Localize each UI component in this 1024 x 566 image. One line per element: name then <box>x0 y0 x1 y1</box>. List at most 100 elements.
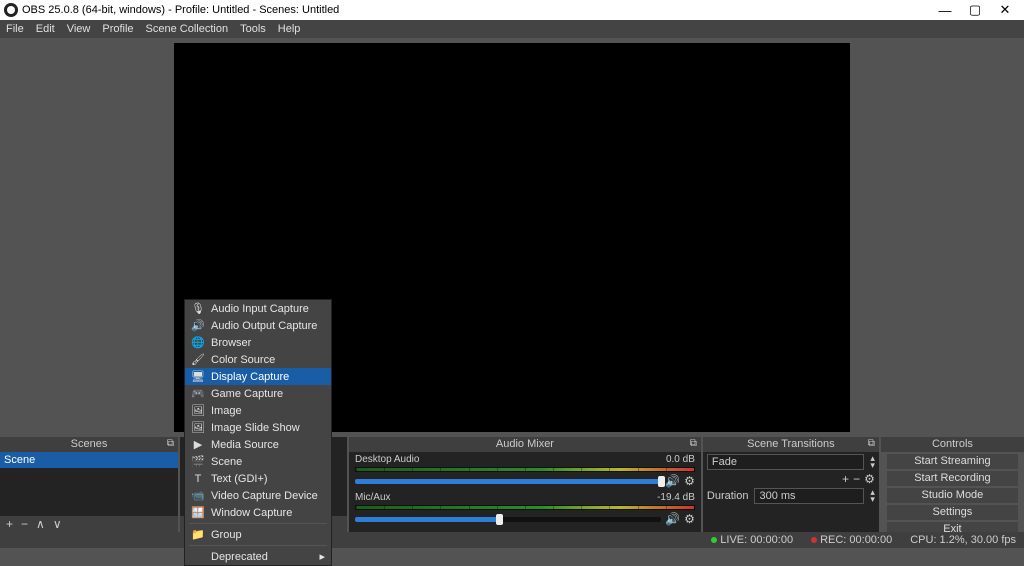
ctx-item-label: Color Source <box>211 354 275 366</box>
ctx-item-text-gdi-[interactable]: T Text (GDI+) <box>185 470 331 487</box>
source-type-icon: 🪟 <box>191 506 205 519</box>
menubar: File Edit View Profile Scene Collection … <box>0 20 1024 38</box>
settings-button[interactable]: Settings <box>887 505 1018 520</box>
ctx-item-label: Display Capture <box>211 371 289 383</box>
minimize-button[interactable]: — <box>930 3 960 18</box>
audio-meter <box>355 467 695 472</box>
popout-icon[interactable]: ⧉ <box>690 438 697 449</box>
ctx-item-label: Media Source <box>211 439 279 451</box>
remove-transition-button[interactable]: − <box>853 472 860 486</box>
controls-title: Controls <box>932 438 973 450</box>
transition-current: Fade <box>712 456 737 468</box>
ctx-item-image[interactable]: 🖼 Image <box>185 402 331 419</box>
start-streaming-button[interactable]: Start Streaming <box>887 454 1018 469</box>
ctx-item-label: Image <box>211 405 242 417</box>
menu-file[interactable]: File <box>6 23 24 35</box>
scene-item[interactable]: Scene <box>0 452 178 468</box>
channel-db: -19.4 dB <box>657 492 695 503</box>
transition-settings-button[interactable]: ⚙ <box>864 472 875 486</box>
move-scene-down-button[interactable]: ∨ <box>53 517 62 531</box>
channel-db: 0.0 dB <box>666 454 695 465</box>
audio-mixer-dock: Audio Mixer ⧉ Desktop Audio0.0 dB🔊⚙Mic/A… <box>349 437 701 532</box>
source-type-icon: 🖥 <box>191 370 205 383</box>
source-type-icon: 🖼 <box>191 404 205 417</box>
ctx-item-label: Video Capture Device <box>211 490 318 502</box>
context-menu-separator <box>189 523 327 524</box>
speaker-icon[interactable]: 🔊 <box>665 512 680 526</box>
transition-select[interactable]: Fade <box>707 454 864 470</box>
ctx-item-media-source[interactable]: ▶Media Source <box>185 436 331 453</box>
scene-transitions-dock: Scene Transitions ⧉ Fade ▴▾ + − ⚙ Durati… <box>703 437 879 532</box>
ctx-item-image-slide-show[interactable]: 🖼Image Slide Show <box>185 419 331 436</box>
ctx-item-group[interactable]: 📁 Group <box>185 526 331 543</box>
source-type-icon: 🌐 <box>191 336 205 349</box>
add-transition-button[interactable]: + <box>842 472 849 486</box>
scenes-dock: Scenes ⧉ Scene + − ∧ ∨ <box>0 437 178 532</box>
ctx-item-browser[interactable]: 🌐Browser <box>185 334 331 351</box>
ctx-item-deprecated[interactable]: Deprecated ▸ <box>185 548 331 565</box>
channel-settings-button[interactable]: ⚙ <box>684 512 695 526</box>
context-menu-separator <box>189 545 327 546</box>
preview-area: 🎙Audio Input Capture🔊Audio Output Captur… <box>0 38 1024 436</box>
submenu-arrow-icon: ▸ <box>319 550 325 563</box>
ctx-item-audio-input-capture[interactable]: 🎙Audio Input Capture <box>185 300 331 317</box>
transitions-body: Fade ▴▾ + − ⚙ Duration 300 ms ▴▾ <box>703 452 879 532</box>
scenes-toolbar: + − ∧ ∨ <box>0 516 178 532</box>
transitions-title: Scene Transitions <box>747 438 834 450</box>
menu-view[interactable]: View <box>67 23 91 35</box>
duration-stepper-icon[interactable]: ▴▾ <box>870 489 875 503</box>
ctx-item-label: Text (GDI+) <box>211 473 268 485</box>
mixer-channel: Mic/Aux-19.4 dB🔊⚙ <box>349 490 701 528</box>
ctx-item-scene[interactable]: 🎬Scene <box>185 453 331 470</box>
window-titlebar: OBS 25.0.8 (64-bit, windows) - Profile: … <box>0 0 1024 20</box>
scenes-list[interactable]: Scene <box>0 452 178 516</box>
ctx-item-label: Deprecated <box>211 551 268 563</box>
duration-input[interactable]: 300 ms <box>754 488 864 504</box>
source-type-icon: 📹 <box>191 489 205 502</box>
remove-scene-button[interactable]: − <box>21 517 28 531</box>
rec-dot-icon <box>811 537 817 543</box>
folder-icon: 📁 <box>191 528 205 541</box>
status-cpu: CPU: 1.2%, 30.00 fps <box>910 534 1016 546</box>
ctx-item-audio-output-capture[interactable]: 🔊Audio Output Capture <box>185 317 331 334</box>
ctx-item-video-capture-device[interactable]: 📹 Video Capture Device <box>185 487 331 504</box>
mixer-body: Desktop Audio0.0 dB🔊⚙Mic/Aux-19.4 dB🔊⚙ <box>349 452 701 532</box>
maximize-button[interactable]: ▢ <box>960 2 990 18</box>
source-type-icon: 🎙 <box>191 302 205 315</box>
ctx-item-window-capture[interactable]: 🪟Window Capture <box>185 504 331 521</box>
ctx-item-game-capture[interactable]: 🎮Game Capture <box>185 385 331 402</box>
ctx-item-label: Audio Output Capture <box>211 320 317 332</box>
status-live: LIVE: 00:00:00 <box>711 534 793 546</box>
volume-fader[interactable] <box>355 479 661 484</box>
audio-meter <box>355 505 695 510</box>
menu-help[interactable]: Help <box>278 23 301 35</box>
source-type-icon: 🎮 <box>191 387 205 400</box>
ctx-item-color-source[interactable]: 🖌Color Source <box>185 351 331 368</box>
exit-button[interactable]: Exit <box>887 522 1018 532</box>
ctx-item-display-capture[interactable]: 🖥 Display Capture <box>185 368 331 385</box>
studio-mode-button[interactable]: Studio Mode <box>887 488 1018 503</box>
transition-stepper-icon[interactable]: ▴▾ <box>870 455 875 469</box>
controls-dock: Controls Start Streaming Start Recording S… <box>881 437 1024 532</box>
channel-settings-button[interactable]: ⚙ <box>684 474 695 488</box>
menu-profile[interactable]: Profile <box>102 23 133 35</box>
ctx-item-label: Group <box>211 529 242 541</box>
duration-label: Duration <box>707 490 749 502</box>
scenes-title: Scenes <box>71 438 108 450</box>
move-scene-up-button[interactable]: ∧ <box>36 517 45 531</box>
add-scene-button[interactable]: + <box>6 517 13 531</box>
volume-fader[interactable] <box>355 517 661 522</box>
menu-edit[interactable]: Edit <box>36 23 55 35</box>
menu-scene-collection[interactable]: Scene Collection <box>146 23 229 35</box>
speaker-icon[interactable]: 🔊 <box>665 474 680 488</box>
status-rec: REC: 00:00:00 <box>811 534 892 546</box>
popout-icon[interactable]: ⧉ <box>167 438 174 449</box>
transitions-header: Scene Transitions ⧉ <box>703 437 879 452</box>
start-recording-button[interactable]: Start Recording <box>887 471 1018 486</box>
popout-icon[interactable]: ⧉ <box>868 438 875 449</box>
mixer-header: Audio Mixer ⧉ <box>349 437 701 452</box>
menu-tools[interactable]: Tools <box>240 23 266 35</box>
ctx-item-label: Scene <box>211 456 242 468</box>
close-button[interactable]: ✕ <box>990 2 1020 18</box>
source-type-icon: T <box>191 473 205 485</box>
